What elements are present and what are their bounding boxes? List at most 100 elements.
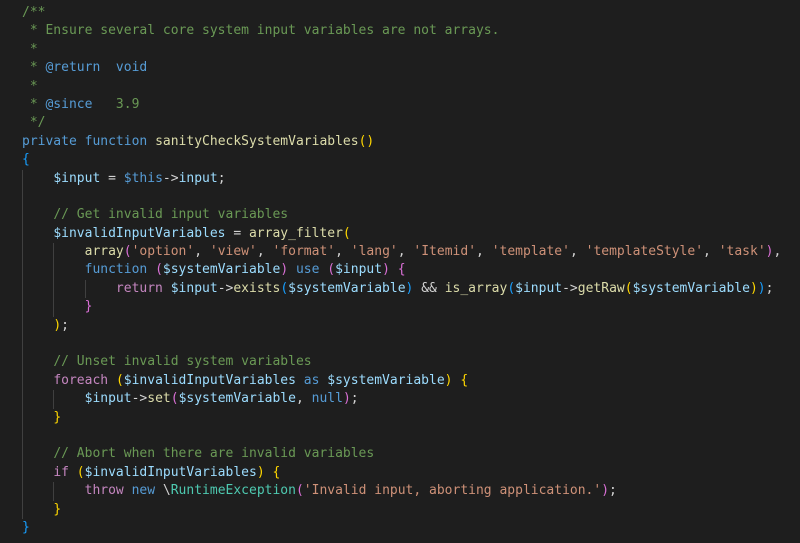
code-line[interactable]: }	[0, 408, 800, 427]
code-token-variable: $input	[84, 391, 132, 407]
code-line[interactable]: }	[0, 500, 800, 519]
code-token-bracket1: ()	[358, 133, 375, 149]
indent-guide	[22, 463, 23, 483]
code-token-comment: *	[22, 78, 38, 94]
indent-guide	[22, 169, 23, 188]
indent-guide	[22, 187, 23, 207]
code-token-plain: ;	[350, 391, 359, 407]
code-token-plain: &&	[413, 280, 445, 296]
code-token-bracket1: {	[272, 464, 281, 480]
code-token-string: 'option'	[131, 244, 195, 260]
code-token-comment: *	[22, 41, 38, 57]
code-token-function: sanityCheckSystemVariables	[155, 133, 359, 149]
code-line[interactable]: /**	[0, 4, 800, 22]
code-token-bracket1: )	[749, 280, 758, 296]
code-token-plain: =	[225, 225, 249, 241]
code-token-comment: *	[22, 60, 46, 76]
indent-guide	[22, 243, 23, 262]
code-token-bracket2: )	[342, 391, 351, 407]
code-line[interactable]: return $input->exists($systemVariable) &…	[0, 279, 800, 299]
code-line[interactable]: $input->set($systemVariable, null);	[0, 390, 800, 409]
code-token-bracket3: }	[22, 519, 30, 535]
code-line[interactable]: private function sanityCheckSystemVariab…	[0, 133, 800, 151]
code-line[interactable]: * @return void	[0, 59, 800, 77]
code-token-plain: ;	[61, 317, 69, 333]
indent-guide	[22, 279, 23, 299]
code-token-bracket2: (	[170, 391, 179, 407]
code-token-string: 'lang'	[350, 244, 398, 260]
code-line[interactable]	[0, 426, 800, 446]
code-line[interactable]: *	[0, 78, 800, 96]
indent-guide	[22, 426, 23, 446]
indent-guide	[53, 279, 55, 299]
code-line[interactable]: {	[0, 151, 800, 169]
indent-guide	[84, 279, 86, 299]
code-line[interactable]: // Get invalid input variables	[0, 206, 800, 225]
code-line[interactable]: foreach ($invalidInputVariables as $syst…	[0, 371, 800, 391]
code-token-bracket1: }	[53, 409, 62, 425]
indent-guide	[53, 390, 55, 409]
code-line[interactable]	[0, 187, 800, 207]
code-token-bracket2: (	[295, 483, 304, 499]
indent-guide	[22, 298, 23, 317]
code-line[interactable]: * @since 3.9	[0, 96, 800, 114]
code-token-string: 'view'	[209, 244, 257, 260]
indent-guide	[22, 500, 23, 519]
code-line[interactable]: // Abort when there are invalid variable…	[0, 445, 800, 464]
code-token-bracket2: )	[280, 262, 289, 278]
code-line[interactable]: );	[0, 316, 800, 336]
code-token-variable: $systemVariable	[632, 280, 750, 296]
code-token-variable: $invalidInputVariables	[123, 372, 296, 388]
code-line[interactable]: *	[0, 41, 800, 59]
code-token-plain: ;	[609, 483, 617, 499]
code-line[interactable]: * Ensure several core system input varia…	[0, 22, 800, 40]
code-token-variable: $input	[170, 280, 218, 296]
code-token-bracket2: }	[84, 299, 93, 315]
code-token-variable: $systemVariable	[327, 372, 445, 388]
indent-guide	[22, 408, 23, 427]
indent-guide	[22, 371, 23, 391]
indent-guide	[22, 445, 23, 464]
code-line[interactable]: }	[0, 519, 800, 537]
code-token-keyword: use	[295, 262, 320, 278]
code-token-keyword: void	[100, 60, 148, 76]
code-token-function: getRaw	[577, 280, 625, 296]
code-line[interactable]: if ($invalidInputVariables) {	[0, 463, 800, 483]
code-token-string: 'template'	[491, 244, 570, 260]
code-line[interactable]: array('option', 'view', 'format', 'lang'…	[0, 243, 800, 262]
code-token-bracket3: )	[757, 280, 766, 296]
indent-guide	[53, 482, 55, 501]
code-line[interactable]: $input = $this->input;	[0, 169, 800, 188]
code-line[interactable]	[0, 335, 800, 354]
code-line[interactable]: throw new \RuntimeException('Invalid inp…	[0, 482, 800, 501]
code-token-plain: ;	[217, 170, 226, 186]
code-token-bracket2: )	[382, 262, 390, 278]
code-token-plain: ,	[397, 244, 414, 260]
code-line[interactable]: function ($systemVariable) use ($input) …	[0, 261, 800, 280]
code-token-variable: $systemVariable	[288, 280, 406, 296]
code-editor[interactable]: /** * Ensure several core system input v…	[0, 0, 800, 543]
code-token-comment: * Ensure several core system input varia…	[22, 23, 500, 39]
code-token-doctag: @return	[45, 60, 101, 76]
code-token-type: RuntimeException	[170, 483, 296, 499]
code-line[interactable]: // Unset invalid system variables	[0, 353, 800, 372]
code-token-bracket1: (	[624, 280, 633, 296]
code-token-function: set	[147, 391, 171, 407]
indent-guide	[22, 335, 23, 354]
code-token-variable: $input	[335, 262, 383, 278]
code-token-string: 'Itemid'	[413, 244, 477, 260]
code-line[interactable]: */	[0, 114, 800, 132]
code-token-bracket1: }	[53, 501, 62, 517]
code-token-doctag: @since	[45, 96, 93, 112]
code-line[interactable]: $invalidInputVariables = array_filter(	[0, 224, 800, 244]
code-token-string: 'templateStyle'	[585, 244, 704, 260]
code-line[interactable]: }	[0, 298, 800, 317]
